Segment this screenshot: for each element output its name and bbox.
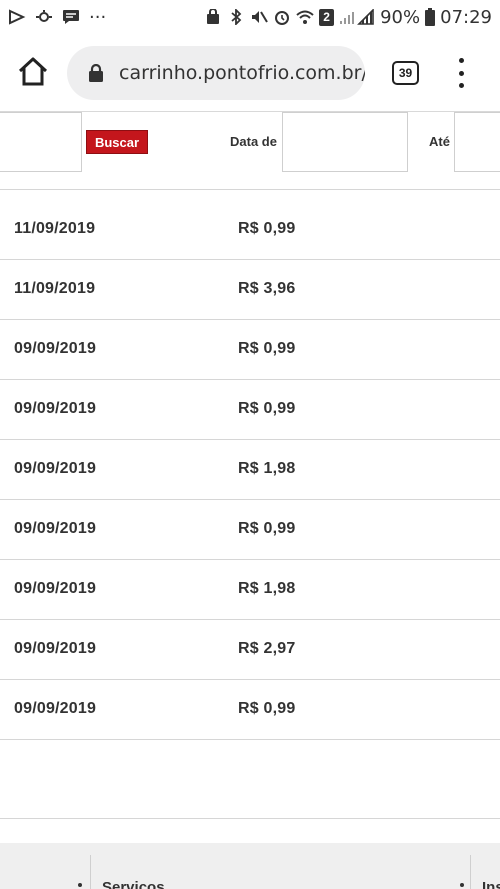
row-date: 09/09/2019 <box>14 520 97 537</box>
sim-badge-icon: 2 <box>319 8 335 26</box>
row-price: R$ 2,97 <box>238 640 296 657</box>
signal-icon <box>340 9 374 25</box>
footer-divider <box>90 855 91 889</box>
clock: 07:29 <box>440 6 492 28</box>
mute-icon <box>252 11 268 23</box>
home-icon[interactable] <box>17 56 49 88</box>
row-price: R$ 3,96 <box>238 280 296 297</box>
date-to-input[interactable] <box>454 112 500 172</box>
row-date: 09/09/2019 <box>14 460 97 477</box>
wifi-icon <box>296 10 314 24</box>
more-notifications-icon: ··· <box>89 6 107 28</box>
connect-icon <box>36 10 52 22</box>
url-text: carrinho.pontofrio.com.br/ <box>119 62 365 84</box>
date-from-input[interactable] <box>282 112 408 172</box>
footer-nav: Serviços Ins <box>0 843 500 889</box>
row-date: 11/09/2019 <box>14 280 96 297</box>
status-bar: ··· 2 90% 07:29 <box>0 0 500 34</box>
browser-toolbar: carrinho.pontofrio.com.br/ 39 <box>0 34 500 112</box>
row-date: 09/09/2019 <box>14 640 97 657</box>
table-row: 09/09/2019 R$ 2,97 <box>0 620 500 680</box>
alarm-icon <box>275 11 290 25</box>
lock-icon <box>89 64 103 82</box>
tab-switcher-button[interactable]: 39 <box>392 61 419 85</box>
expand-dot-icon <box>78 883 82 887</box>
row-date: 11/09/2019 <box>14 220 96 237</box>
message-icon <box>63 10 79 24</box>
footer-divider <box>470 855 471 889</box>
table-row: 09/09/2019 R$ 0,99 <box>0 380 500 440</box>
search-button[interactable]: Buscar <box>86 130 148 154</box>
table-row: 09/09/2019 R$ 0,99 <box>0 680 500 740</box>
row-price: R$ 1,98 <box>238 460 296 477</box>
table-row: 09/09/2019 R$ 0,99 <box>0 500 500 560</box>
table-row: 11/09/2019 R$ 3,96 <box>0 260 500 320</box>
filter-row: Buscar Data de Até <box>0 112 500 190</box>
row-date: 09/09/2019 <box>14 400 97 417</box>
search-field[interactable] <box>0 112 82 172</box>
row-price: R$ 0,99 <box>238 700 296 717</box>
footer-services-link[interactable]: Serviços <box>102 879 165 889</box>
overflow-menu-icon[interactable] <box>452 58 470 88</box>
divider <box>0 818 500 819</box>
vpn-icon <box>207 9 220 24</box>
play-store-icon <box>9 9 26 25</box>
row-price: R$ 0,99 <box>238 400 296 417</box>
date-from-label: Data de <box>230 134 277 149</box>
row-date: 09/09/2019 <box>14 580 97 597</box>
date-to-label: Até <box>429 134 450 149</box>
notification-badge: 2 <box>323 10 330 24</box>
bluetooth-icon <box>231 9 242 25</box>
row-price: R$ 0,99 <box>238 220 296 237</box>
footer-ins-link[interactable]: Ins <box>482 879 500 889</box>
status-left-icons: ··· <box>8 7 106 28</box>
table-row: 11/09/2019 R$ 0,99 <box>0 200 500 260</box>
transactions-list: 11/09/2019 R$ 0,99 11/09/2019 R$ 3,96 09/0… <box>0 200 500 740</box>
row-price: R$ 1,98 <box>238 580 296 597</box>
row-price: R$ 0,99 <box>238 520 296 537</box>
battery-percent: 90% <box>380 6 421 28</box>
row-price: R$ 0,99 <box>238 340 296 357</box>
tab-count: 39 <box>398 66 413 80</box>
expand-dot-icon <box>460 883 464 887</box>
table-row: 09/09/2019 R$ 1,98 <box>0 440 500 500</box>
row-date: 09/09/2019 <box>14 700 97 717</box>
url-bar[interactable]: carrinho.pontofrio.com.br/ <box>67 46 365 100</box>
table-row: 09/09/2019 R$ 1,98 <box>0 560 500 620</box>
row-date: 09/09/2019 <box>14 340 97 357</box>
battery-icon <box>425 8 436 26</box>
status-right-icons: 2 90% 07:29 <box>204 7 492 28</box>
table-row: 09/09/2019 R$ 0,99 <box>0 320 500 380</box>
